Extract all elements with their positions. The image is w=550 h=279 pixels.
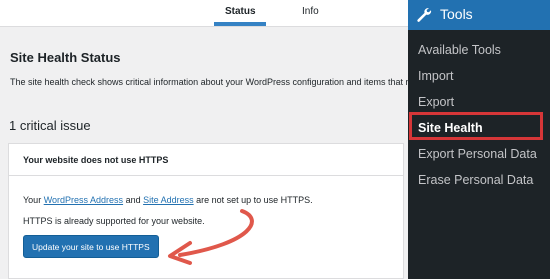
issue-title[interactable]: Your website does not use HTTPS (23, 155, 168, 165)
admin-sidebar-menu: Tools Available Tools Import Export Site… (408, 0, 550, 279)
update-https-button[interactable]: Update your site to use HTTPS (23, 235, 159, 258)
issue-text-and: and (123, 195, 144, 205)
issues-count-heading: 1 critical issue (9, 118, 91, 133)
tab-info[interactable]: Info (302, 6, 319, 17)
tab-status[interactable]: Status (225, 6, 256, 17)
menu-item-export-personal-data[interactable]: Export Personal Data (418, 147, 537, 161)
menu-item-site-health[interactable]: Site Health (418, 121, 483, 135)
page-title: Site Health Status (10, 50, 121, 65)
menu-item-export[interactable]: Export (418, 95, 454, 109)
menu-item-erase-personal-data[interactable]: Erase Personal Data (418, 173, 533, 187)
page-description: The site health check shows critical inf… (10, 77, 409, 87)
menu-item-import[interactable]: Import (418, 69, 453, 83)
wrench-icon (417, 8, 432, 22)
active-tab-indicator (214, 22, 266, 26)
issue-description: Your WordPress Address and Site Address … (23, 195, 313, 205)
menu-item-available-tools[interactable]: Available Tools (418, 43, 501, 57)
card-divider (9, 175, 403, 176)
issue-text-prefix: Your (23, 195, 44, 205)
menu-header-label: Tools (440, 6, 473, 22)
site-address-link[interactable]: Site Address (143, 195, 194, 205)
menu-header-tools[interactable]: Tools (408, 0, 550, 30)
wordpress-address-link[interactable]: WordPress Address (44, 195, 123, 205)
annotation-arrow-icon (168, 209, 254, 265)
issue-text-suffix: are not set up to use HTTPS. (193, 195, 313, 205)
